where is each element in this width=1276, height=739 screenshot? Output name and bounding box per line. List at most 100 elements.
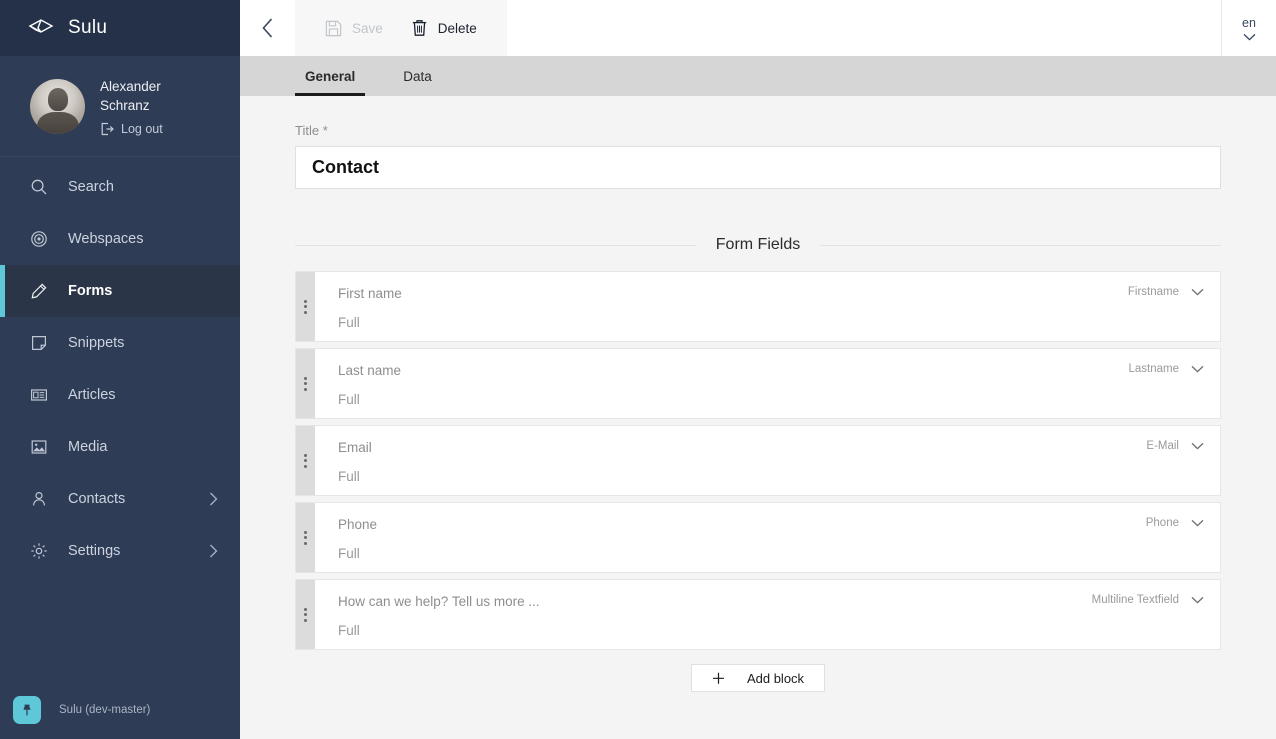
sidebar-item-label: Media [68,439,108,455]
block-type-selector[interactable]: Phone [1146,517,1204,529]
chevron-right-icon [209,544,218,558]
note-icon [30,334,48,352]
sidebar-item-settings[interactable]: Settings [0,525,240,577]
avatar[interactable] [30,79,85,134]
block-width: Full [338,623,1220,638]
block-width: Full [338,315,1220,330]
table-row[interactable]: Last name Full Lastname [295,348,1221,419]
sidebar-item-webspaces[interactable]: Webspaces [0,213,240,265]
block-title: How can we help? Tell us more ... [338,594,1220,609]
plus-icon [712,672,725,685]
tabbar: General Data [240,56,1276,96]
block-body: Email Full E-Mail [315,426,1220,495]
add-block-row: Add block [295,664,1221,692]
block-title: First name [338,286,1220,301]
table-row[interactable]: How can we help? Tell us more ... Full M… [295,579,1221,650]
sidebar-item-label: Forms [68,283,112,299]
trash-icon [411,19,428,37]
language-value: en [1242,16,1256,30]
target-icon [30,230,48,248]
sidebar-footer: Sulu (dev-master) [0,680,240,739]
drag-handle-icon[interactable] [296,349,315,418]
block-type-label: Firstname [1128,286,1179,298]
drag-handle-icon[interactable] [296,272,315,341]
drag-handle-icon[interactable] [296,503,315,572]
block-type-selector[interactable]: Multiline Textfield [1092,594,1204,606]
block-type-selector[interactable]: Firstname [1128,286,1204,298]
language-selector[interactable]: en [1221,0,1276,56]
chevron-down-icon [1191,442,1204,450]
save-button[interactable]: Save [311,0,397,56]
block-type-label: Lastname [1128,363,1179,375]
block-type-label: E-Mail [1146,440,1179,452]
sidebar-item-contacts[interactable]: Contacts [0,473,240,525]
search-icon [30,178,48,196]
sidebar-nav: Search Webspaces [0,157,240,680]
title-field-label: Title * [295,123,1221,138]
sidebar-item-label: Contacts [68,491,125,507]
brand-name: Sulu [68,17,107,39]
drag-handle-icon[interactable] [296,580,315,649]
title-input-value: Contact [312,157,379,178]
user-icon [30,490,48,508]
pin-icon[interactable] [13,696,41,724]
toolbar-actions: Save Delete [295,0,507,56]
delete-label: Delete [438,21,477,36]
table-row[interactable]: Phone Full Phone [295,502,1221,573]
sidebar-item-articles[interactable]: Articles [0,369,240,421]
main-area: Save Delete en [240,0,1276,739]
block-type-label: Multiline Textfield [1092,594,1179,606]
logout-icon [100,122,114,136]
chevron-left-icon [261,18,274,38]
form-fields-section-header: Form Fields [295,236,1221,254]
logout-button[interactable]: Log out [100,122,163,136]
brand[interactable]: Sulu [0,0,240,56]
app-root: Sulu Alexander Schranz Log out [0,0,1276,739]
block-body: Last name Full Lastname [315,349,1220,418]
version-label: Sulu (dev-master) [59,704,150,716]
drag-handle-icon[interactable] [296,426,315,495]
block-type-selector[interactable]: E-Mail [1146,440,1204,452]
add-block-label: Add block [747,671,804,686]
table-row[interactable]: Email Full E-Mail [295,425,1221,496]
back-button[interactable] [240,0,295,56]
gear-icon [30,542,48,560]
delete-button[interactable]: Delete [397,0,491,56]
chevron-down-icon [1191,365,1204,373]
chevron-right-icon [209,492,218,506]
sidebar-item-media[interactable]: Media [0,421,240,473]
user-name-line2: Schranz [100,96,163,115]
sidebar-item-label: Webspaces [68,231,144,247]
tab-data[interactable]: Data [393,56,442,96]
divider-left [295,245,696,246]
article-icon [30,386,48,404]
block-width: Full [338,469,1220,484]
sidebar-item-forms[interactable]: Forms [0,265,240,317]
section-title: Form Fields [716,236,800,254]
title-input[interactable]: Contact [295,146,1221,189]
block-title: Phone [338,517,1220,532]
sidebar-item-search[interactable]: Search [0,161,240,213]
add-block-button[interactable]: Add block [691,664,825,692]
block-body: First name Full Firstname [315,272,1220,341]
block-title: Last name [338,363,1220,378]
toolbar: Save Delete en [240,0,1276,56]
block-body: Phone Full Phone [315,503,1220,572]
image-icon [30,438,48,456]
save-icon [325,20,342,37]
block-width: Full [338,546,1220,561]
sidebar-item-label: Settings [68,543,120,559]
table-row[interactable]: First name Full Firstname [295,271,1221,342]
chevron-down-icon [1191,596,1204,604]
chevron-down-icon [1191,288,1204,296]
block-body: How can we help? Tell us more ... Full M… [315,580,1220,649]
sulu-logo-icon [28,17,54,39]
tab-general[interactable]: General [295,56,365,96]
sidebar-item-snippets[interactable]: Snippets [0,317,240,369]
tab-label: General [305,69,355,84]
sidebar-item-label: Snippets [68,335,124,351]
sidebar-item-label: Search [68,179,114,195]
logout-label: Log out [121,122,163,136]
tab-label: Data [403,69,432,84]
block-type-selector[interactable]: Lastname [1128,363,1204,375]
